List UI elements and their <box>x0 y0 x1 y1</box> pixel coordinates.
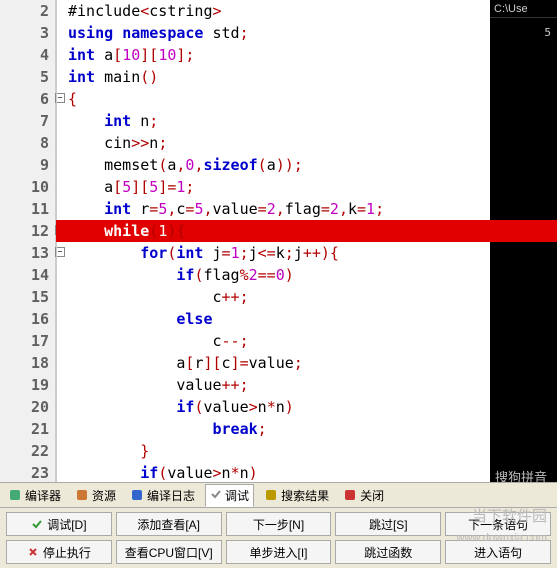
line-number: 18 <box>0 352 55 374</box>
debug-button-查看CPU窗口[V][interactable]: 查看CPU窗口[V] <box>116 540 222 564</box>
line-number: 20 <box>0 396 55 418</box>
line-number: 14 <box>0 264 55 286</box>
line-number: 5 <box>0 66 55 88</box>
tab-icon <box>130 488 144 502</box>
bottom-tabs: 编译器 资源 编译日志 调试 搜索结果 关闭 <box>0 482 557 508</box>
tab-label: 搜索结果 <box>281 487 329 504</box>
button-label: 单步进入[I] <box>249 544 307 561</box>
debug-buttons: 调试[D] 添加查看[A] 下一步[N] 跳过[S] 下一条语句 停止执行 查看CPU窗口… <box>0 508 557 568</box>
current-breakpoint-line[interactable]: while(1){ <box>56 220 557 242</box>
code-line[interactable]: int main() <box>56 66 557 88</box>
debug-button-跳过函数[interactable]: 跳过函数 <box>335 540 441 564</box>
debug-button-添加查看[A][interactable]: 添加查看[A] <box>116 512 222 536</box>
button-label: 下一条语句 <box>468 516 528 533</box>
line-number: 10 <box>0 176 55 198</box>
line-number: 7 <box>0 110 55 132</box>
line-number: 8 <box>0 132 55 154</box>
button-label: 添加查看[A] <box>137 516 200 533</box>
line-number: 17 <box>0 330 55 352</box>
button-label: 调试[D] <box>47 516 86 533</box>
button-label: 下一步[N] <box>253 516 304 533</box>
line-number: 9 <box>0 154 55 176</box>
line-number: 4 <box>0 44 55 66</box>
tab-icon <box>264 488 278 502</box>
code-line[interactable]: if(flag%2==0) <box>56 264 557 286</box>
line-number: 12− <box>0 220 55 242</box>
line-number: 2 <box>0 0 55 22</box>
code-line[interactable]: else <box>56 308 557 330</box>
line-number: 21 <box>0 418 55 440</box>
tab-icon <box>343 488 357 502</box>
code-line[interactable]: cin>>n; <box>56 132 557 154</box>
line-number: 6− <box>0 88 55 110</box>
line-number: 15 <box>0 286 55 308</box>
tab-资源[interactable]: 资源 <box>71 485 120 506</box>
tab-label: 编译日志 <box>147 487 195 504</box>
code-line[interactable]: value++; <box>56 374 557 396</box>
button-label: 停止执行 <box>43 544 91 561</box>
code-line[interactable]: int n; <box>56 110 557 132</box>
tab-icon <box>75 488 89 502</box>
code-line[interactable]: int a[10][10]; <box>56 44 557 66</box>
check-icon <box>210 488 222 503</box>
tab-label: 关闭 <box>360 487 384 504</box>
tab-编译器[interactable]: 编译器 <box>4 485 65 506</box>
debug-button-进入语句[interactable]: 进入语句 <box>445 540 551 564</box>
debug-button-调试[D][interactable]: 调试[D] <box>6 512 112 536</box>
debug-button-跳过[S][interactable]: 跳过[S] <box>335 512 441 536</box>
code-line[interactable]: break; <box>56 418 557 440</box>
line-number: 22 <box>0 440 55 462</box>
line-number: 19 <box>0 374 55 396</box>
code-line[interactable]: #include<cstring> <box>56 0 557 22</box>
code-editor[interactable]: 23456−789101112−13−14151617181920212223 … <box>0 0 557 486</box>
code-line[interactable]: if(value>n*n) <box>56 462 557 484</box>
line-number: 23 <box>0 462 55 484</box>
code-line[interactable]: c--; <box>56 330 557 352</box>
line-number: 13− <box>0 242 55 264</box>
tab-关闭[interactable]: 关闭 <box>339 485 388 506</box>
debug-button-停止执行[interactable]: 停止执行 <box>6 540 112 564</box>
button-label: 跳过[S] <box>369 516 408 533</box>
button-label: 进入语句 <box>474 544 522 561</box>
tab-调试[interactable]: 调试 <box>205 484 254 507</box>
line-gutter: 23456−789101112−13−14151617181920212223 <box>0 0 56 486</box>
check-icon <box>31 518 43 530</box>
code-line[interactable]: a[5][5]=1; <box>56 176 557 198</box>
debug-button-下一条语句[interactable]: 下一条语句 <box>445 512 551 536</box>
code-line[interactable]: using namespace std; <box>56 22 557 44</box>
code-line[interactable]: int r=5,c=5,value=2,flag=2,k=1; <box>56 198 557 220</box>
tab-label: 编译器 <box>25 487 61 504</box>
code-line[interactable]: { <box>56 88 557 110</box>
tab-编译日志[interactable]: 编译日志 <box>126 485 199 506</box>
bottom-bar: 编译器 资源 编译日志 调试 搜索结果 关闭 调试[D] 添加查看[A] 下一步[N] 跳过[S… <box>0 482 557 568</box>
tab-icon <box>8 488 22 502</box>
tab-label: 调试 <box>225 487 249 504</box>
line-number: 11 <box>0 198 55 220</box>
button-label: 跳过函数 <box>364 544 412 561</box>
code-line[interactable]: c++; <box>56 286 557 308</box>
line-number: 3 <box>0 22 55 44</box>
debug-button-单步进入[I][interactable]: 单步进入[I] <box>226 540 332 564</box>
code-area[interactable]: #include<cstring>using namespace std;int… <box>56 0 557 486</box>
tab-搜索结果[interactable]: 搜索结果 <box>260 485 333 506</box>
code-line[interactable]: for(int j=1;j<=k;j++){ <box>56 242 557 264</box>
tab-label: 资源 <box>92 487 116 504</box>
debug-button-下一步[N][interactable]: 下一步[N] <box>226 512 332 536</box>
code-line[interactable]: } <box>56 440 557 462</box>
button-label: 查看CPU窗口[V] <box>125 544 213 561</box>
code-line[interactable]: if(value>n*n) <box>56 396 557 418</box>
line-number: 16 <box>0 308 55 330</box>
cross-icon <box>27 546 39 558</box>
code-line[interactable]: a[r][c]=value; <box>56 352 557 374</box>
code-line[interactable]: memset(a,0,sizeof(a)); <box>56 154 557 176</box>
